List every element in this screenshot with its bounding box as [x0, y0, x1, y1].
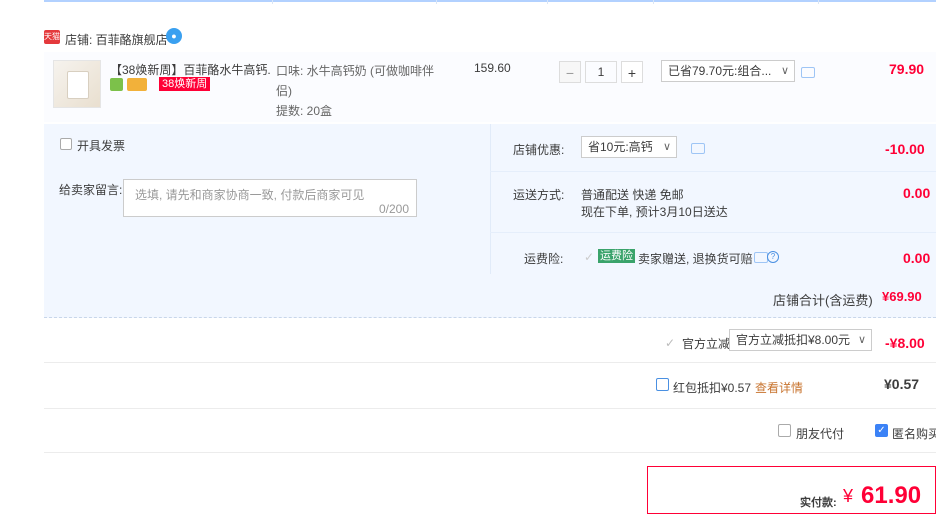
shipping-amount: 0.00 [903, 185, 931, 201]
quantity-minus-button[interactable]: − [559, 61, 581, 83]
product-thumbnail[interactable] [53, 60, 101, 108]
shipping-eta: 现在下单, 预计3月10日送达 [581, 205, 728, 219]
anonymous-label: 匿名购买 [892, 427, 936, 441]
shipping-method: 普通配送 快递 免邮 [581, 188, 684, 202]
official-label: 官方立减 [682, 337, 731, 351]
comment-icon[interactable] [801, 67, 815, 78]
insurance-label: 运费险: [524, 252, 564, 266]
promo-tag: 38焕新周 [159, 77, 211, 91]
final-amount: 61.90 [861, 482, 922, 509]
product-spec: 口味: 水牛高钙奶 (可做咖啡伴侣) 提数: 20盒 [276, 61, 446, 121]
shop-name[interactable]: 店铺: 百菲酪旗舰店 [65, 31, 168, 48]
shop-discount-amount: -10.00 [885, 141, 925, 157]
row-divider [490, 171, 936, 172]
product-title[interactable]: 【38焕新周】百菲酪水牛高钙... [110, 61, 270, 78]
message-counter: 0/200 [378, 202, 409, 216]
official-discount-select[interactable]: 官方立减抵扣¥8.00元 ∨ [729, 329, 872, 351]
chat-bubble-icon[interactable]: ● [166, 28, 182, 44]
redpacket-checkbox[interactable] [656, 378, 669, 391]
invoice-checkbox[interactable] [60, 138, 72, 150]
help-icon[interactable]: ? [767, 251, 779, 263]
official-check-icon: ✓ [665, 336, 676, 350]
insurance-check-icon: ✓ [584, 250, 595, 264]
insurance-amount: 0.00 [903, 250, 931, 266]
card-badge-icon [127, 78, 147, 91]
anonymous-checkbox[interactable]: ✓ [875, 424, 888, 437]
shop-discount-select[interactable]: 省10元:高钙 ∨ [581, 136, 677, 158]
comment-icon[interactable] [691, 143, 705, 154]
table-top-border [44, 0, 936, 2]
item-discount-select[interactable]: 已省79.70元:组合... ∨ [661, 60, 795, 82]
comment-icon[interactable] [754, 252, 768, 263]
row-divider [44, 452, 936, 453]
insurance-tag: 运费险 [598, 249, 635, 263]
panel-divider [490, 124, 491, 274]
column-divider [547, 0, 548, 4]
spec-count: 提数: 20盒 [276, 104, 333, 118]
chevron-down-icon: ∨ [662, 141, 671, 153]
item-subtotal: 79.90 [889, 61, 925, 77]
friend-pay-label: 朋友代付 [796, 427, 845, 441]
shop-discount-label: 店铺优惠: [513, 143, 565, 157]
message-label: 给卖家留言: [59, 183, 123, 197]
message-placeholder: 选填, 请先和商家协商一致, 付款后商家可见 [135, 188, 365, 202]
shop-total-label: 店铺合计(含运费) [773, 293, 873, 308]
column-divider [653, 0, 654, 4]
official-discount-value: 官方立减抵扣¥8.00元 [736, 333, 851, 347]
quantity-plus-button[interactable]: + [621, 61, 643, 83]
unit-price: 159.60 [474, 61, 511, 75]
final-currency: ¥ [843, 486, 854, 506]
column-divider [818, 0, 819, 4]
chevron-down-icon: ∨ [780, 65, 789, 77]
service-badge-icon [110, 78, 123, 91]
spec-flavor: 口味: 水牛高钙奶 (可做咖啡伴侣) [276, 64, 434, 98]
column-divider [436, 0, 437, 4]
column-divider [272, 0, 273, 4]
final-label: 实付款: [800, 497, 837, 509]
redpacket-details-link[interactable]: 查看详情 [755, 379, 803, 396]
chevron-down-icon: ∨ [857, 334, 866, 346]
quantity-input[interactable]: 1 [585, 61, 617, 83]
shipping-label: 运送方式: [513, 188, 565, 202]
row-divider [44, 362, 936, 363]
row-divider [44, 408, 936, 409]
tmall-logo-icon: 天猫 [44, 30, 60, 44]
insurance-text: 卖家赠送, 退换货可赔 [638, 252, 753, 266]
message-input[interactable]: 选填, 请先和商家协商一致, 付款后商家可见 0/200 [123, 179, 417, 217]
redpacket-label: 红包抵扣¥0.57 [673, 381, 752, 395]
shop-total-amount: ¥69.90 [882, 289, 922, 304]
friend-pay-checkbox[interactable] [778, 424, 791, 437]
invoice-label: 开具发票 [77, 139, 126, 153]
item-discount-value: 已省79.70元:组合... [668, 64, 772, 78]
shop-discount-value: 省10元:高钙 [588, 140, 653, 154]
row-divider [490, 232, 936, 233]
official-discount-amount: -¥8.00 [885, 335, 925, 351]
redpacket-amount: ¥0.57 [884, 376, 920, 392]
